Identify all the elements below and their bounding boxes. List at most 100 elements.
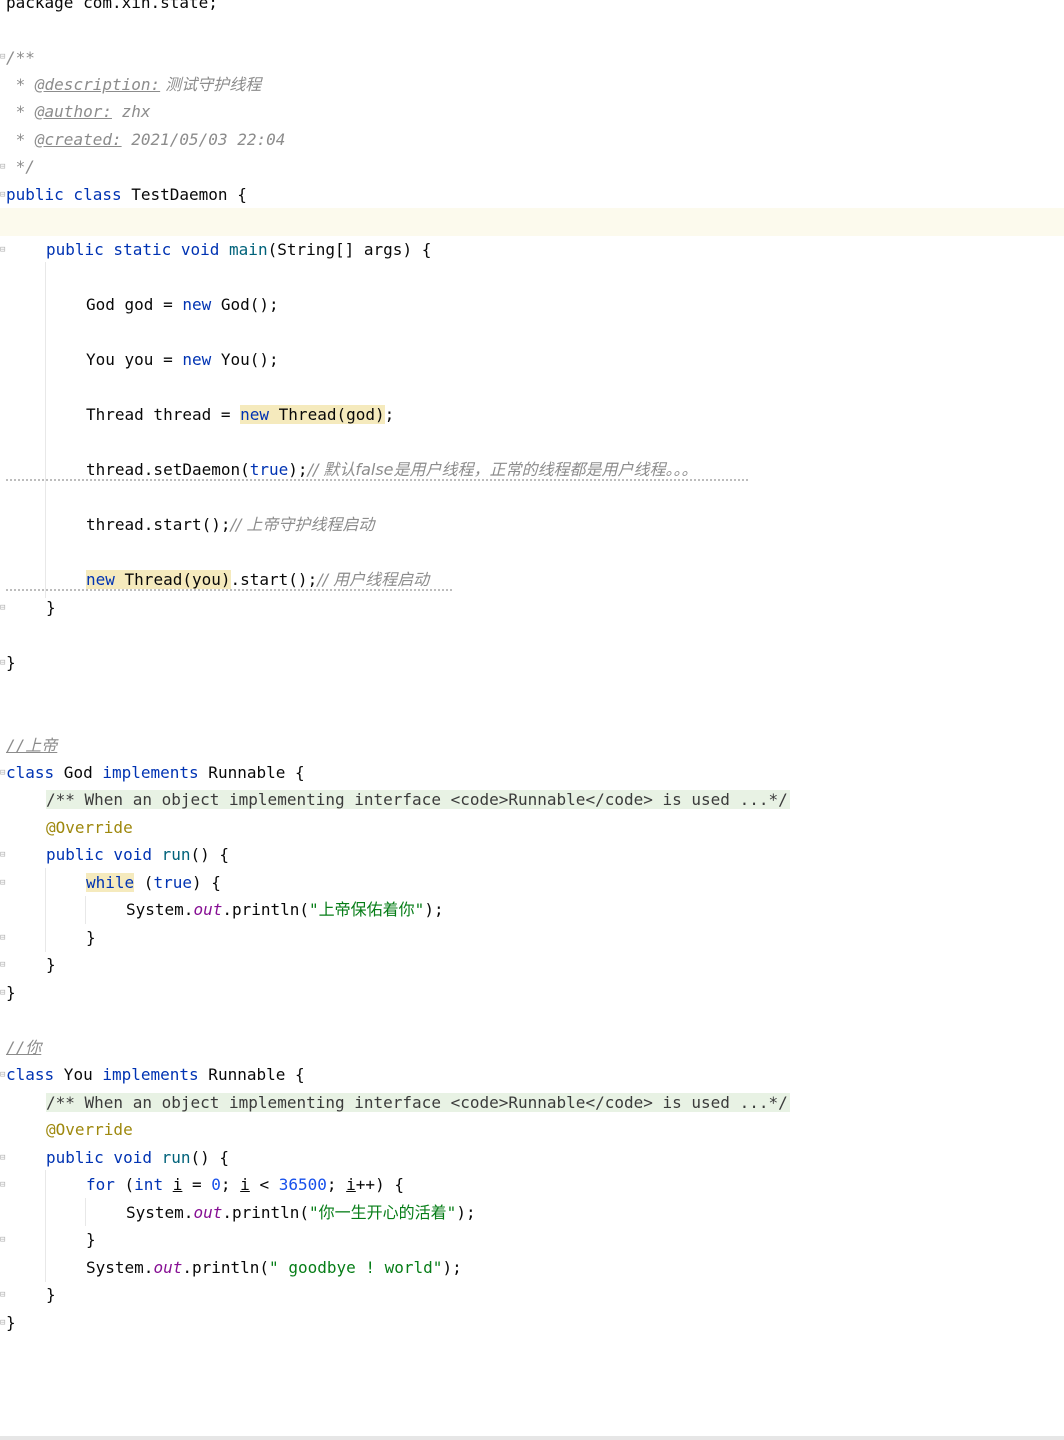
code-line-while[interactable]: while (true) { — [86, 872, 221, 894]
keyword-true: true — [249, 460, 289, 479]
code-line-new-thread[interactable]: Thread thread = new Thread(god); — [86, 404, 394, 426]
fold-marker-icon[interactable]: ⊟ — [0, 933, 6, 943]
loop-variable: i — [240, 1175, 250, 1194]
code-text: You you = — [86, 350, 183, 369]
code-line-override[interactable]: @Override — [46, 1119, 133, 1141]
fold-marker-icon[interactable]: ⊟ — [0, 1235, 6, 1245]
code-line-println-you[interactable]: System.out.println("你一生开心的活着"); — [126, 1202, 476, 1224]
code-line-println-goodbye[interactable]: System.out.println(" goodbye ! world"); — [86, 1257, 462, 1279]
keyword-new: new — [240, 405, 270, 424]
code-line-doc-close[interactable]: */ — [6, 156, 35, 178]
code-text: You(); — [211, 350, 279, 369]
code-text: ) { — [191, 873, 221, 892]
code-line-class-testdaemon[interactable]: public class TestDaemon { — [6, 184, 247, 206]
close-brace: } — [86, 1230, 96, 1249]
code-line-for[interactable]: for (int = i = 0; i < 36500; i++) { — [86, 1174, 404, 1196]
line-comment: //你 — [6, 1038, 42, 1057]
class-name: TestDaemon { — [121, 185, 247, 204]
code-line-doc-created[interactable]: * @created: 2021/05/03 22:04 — [6, 129, 286, 151]
doc-star: * — [6, 75, 35, 94]
code-line-close-brace[interactable]: } — [6, 1312, 16, 1334]
code-line-close-brace[interactable]: } — [86, 1229, 96, 1251]
code-text: ); — [288, 460, 308, 479]
code-line-you-thread-start[interactable]: new Thread(you).start();// 用户线程启动 — [86, 569, 429, 591]
code-line-doc-description[interactable]: * @description: 测试守护线程 — [6, 74, 262, 96]
keyword-class: class — [6, 1065, 55, 1084]
code-line-main-signature[interactable]: public static void main(String[] args) { — [46, 239, 431, 261]
code-line-set-daemon[interactable]: thread.setDaemon(true);// 默认false是用户线程，正… — [86, 459, 698, 481]
folded-doc-comment[interactable]: /** When an object implementing interfac… — [46, 1093, 790, 1112]
fold-marker-icon[interactable]: ⊟ — [0, 960, 6, 970]
code-line-close-brace[interactable]: } — [46, 597, 56, 619]
doc-tag-description: @description: — [34, 75, 161, 94]
code-line-run-signature[interactable]: public void run() { — [46, 844, 229, 866]
fold-marker-icon[interactable]: ⊟ — [0, 1153, 6, 1163]
code-text: .start(); — [230, 570, 318, 589]
code-text: thread.start(); — [86, 515, 231, 534]
code-line-thread-start[interactable]: thread.start();// 上帝守护线程启动 — [86, 514, 374, 536]
indent-guide — [85, 1198, 86, 1226]
code-line-close-brace[interactable]: } — [6, 652, 16, 674]
annotation-override: @Override — [46, 818, 133, 837]
doc-created-value: 2021/05/03 22:04 — [121, 130, 286, 149]
keyword-void: void — [171, 240, 220, 259]
code-line-comment-you[interactable]: //你 — [6, 1037, 41, 1059]
code-line-folded-doc[interactable]: /** When an object implementing interfac… — [46, 1092, 790, 1114]
doc-star: * — [6, 130, 35, 149]
code-line-close-brace[interactable]: } — [86, 927, 96, 949]
code-line-new-you[interactable]: You you = new You(); — [86, 349, 279, 371]
fold-marker-icon[interactable]: ⊟ — [0, 1180, 6, 1190]
folded-doc-comment[interactable]: /** When an object implementing interfac… — [46, 790, 790, 809]
code-line-run-signature[interactable]: public void run() { — [46, 1147, 229, 1169]
indent-guide — [45, 262, 46, 598]
code-text: = — [182, 1175, 212, 1194]
class-name: You — [54, 1065, 103, 1084]
code-text: System. — [126, 1203, 194, 1222]
fold-marker-icon[interactable]: ⊟ — [0, 850, 6, 860]
method-args: (String[] args) { — [267, 240, 432, 259]
code-line-class-god[interactable]: class God implements Runnable { — [6, 762, 305, 784]
fold-marker-icon[interactable]: ⊟ — [0, 245, 6, 255]
doc-tag-created: @created: — [34, 130, 122, 149]
code-text: ; — [384, 405, 395, 424]
keyword-void: void — [103, 1148, 152, 1167]
close-brace: } — [6, 653, 16, 672]
keyword-for: for — [86, 1175, 115, 1194]
code-editor[interactable]: ⊟ ⊟ ⊟ ⊟ ⊟ ⊟ ⊟ ⊟ ⊟ ⊟ ⊟ ⊟ ⊟ ⊟ ⊟ ⊟ ⊟ ⊟ pack… — [0, 0, 1064, 1440]
static-field-out: out — [193, 1203, 223, 1222]
code-text: () { — [190, 845, 230, 864]
code-line-doc-author[interactable]: * @author: zhx — [6, 101, 151, 123]
code-text: .println( — [182, 1258, 270, 1277]
method-name-main: main — [219, 240, 268, 259]
code-line-package[interactable]: package com.xin.state; — [6, 0, 218, 14]
code-text: ++) { — [355, 1175, 404, 1194]
keyword-public: public — [46, 845, 104, 864]
close-brace: } — [86, 928, 96, 947]
code-line-close-brace[interactable]: } — [46, 954, 56, 976]
code-line-comment-god[interactable]: //上帝 — [6, 735, 57, 757]
fold-marker-icon[interactable]: ⊟ — [0, 1290, 6, 1300]
code-line-doc-open[interactable]: /** — [6, 47, 35, 69]
code-text: System. — [126, 900, 194, 919]
code-text: ); — [442, 1258, 462, 1277]
keyword-public: public — [46, 240, 104, 259]
close-brace: } — [46, 1285, 56, 1304]
fold-marker-icon[interactable]: ⊟ — [0, 603, 6, 613]
doc-author-value: zhx — [111, 102, 151, 121]
code-line-override[interactable]: @Override — [46, 817, 133, 839]
package-statement: package com.xin.state; — [6, 0, 218, 12]
code-line-println-god[interactable]: System.out.println("上帝保佑着你"); — [126, 899, 444, 921]
number-literal: 36500 — [278, 1175, 327, 1194]
code-line-class-you[interactable]: class You implements Runnable { — [6, 1064, 305, 1086]
code-line-close-brace[interactable]: } — [6, 982, 16, 1004]
code-line-folded-doc[interactable]: /** When an object implementing interfac… — [46, 789, 790, 811]
warning-squiggle — [6, 589, 454, 591]
close-brace: } — [6, 983, 16, 1002]
code-line-new-god[interactable]: God god = new God(); — [86, 294, 279, 316]
horizontal-scrollbar[interactable] — [0, 1436, 1064, 1440]
interface-name: Runnable { — [198, 763, 305, 782]
doc-star: * — [6, 102, 35, 121]
code-line-close-brace[interactable]: } — [46, 1284, 56, 1306]
fold-marker-icon[interactable]: ⊟ — [0, 878, 6, 888]
class-name: God — [54, 763, 103, 782]
